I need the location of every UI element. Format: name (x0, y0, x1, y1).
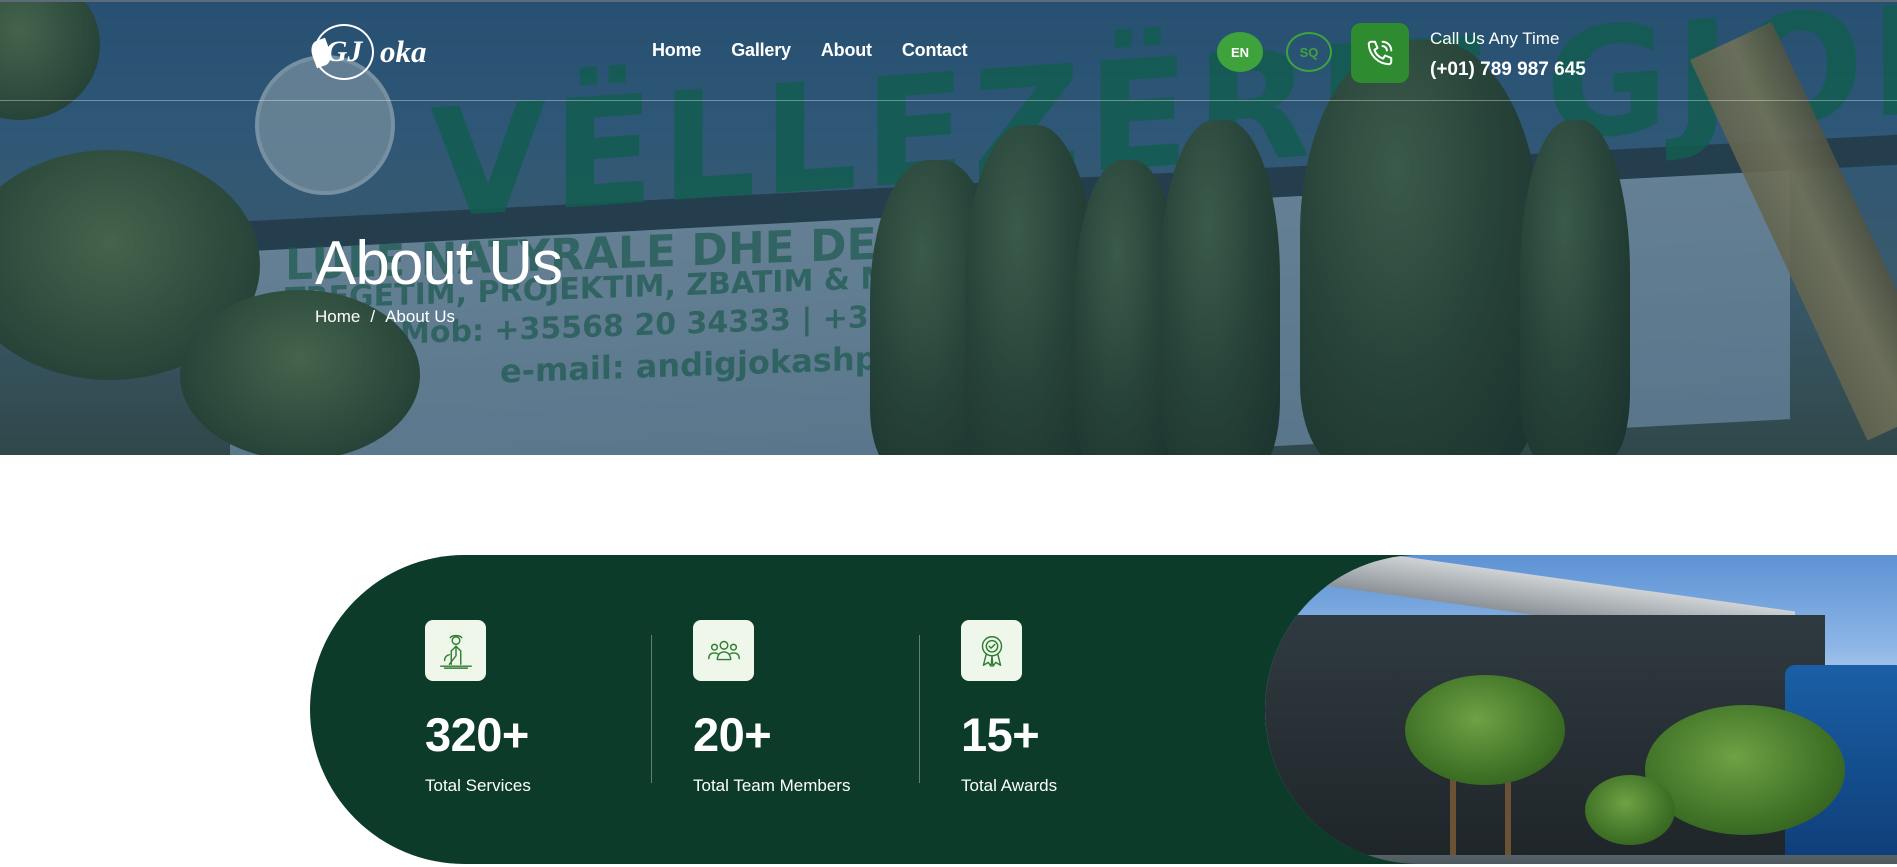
stat-total-awards: 15+ Total Awards (961, 620, 1201, 796)
award-icon (981, 635, 1002, 667)
truck-photo (1265, 555, 1897, 864)
breadcrumb-home-link[interactable]: Home (315, 307, 360, 327)
stat-value: 20+ (693, 708, 772, 761)
main-nav: Home Gallery About Contact (652, 40, 997, 61)
stat-label: Total Awards (961, 776, 1058, 795)
stat-icon-tile (961, 620, 1022, 681)
language-sq-button[interactable]: SQ (1286, 32, 1332, 72)
nav-item-about[interactable]: About (821, 40, 872, 61)
breadcrumb-separator: / (370, 307, 376, 326)
call-phone-number[interactable]: (+01) 789 987 645 (1430, 59, 1586, 81)
stats-section: 320+ Total Services 20+ Total Team Membe… (310, 555, 1897, 864)
stat-total-team-members: 20+ Total Team Members (693, 620, 933, 796)
site-logo[interactable]: GJ oka (308, 24, 427, 80)
phone-icon (1367, 40, 1393, 66)
gardener-icon (439, 634, 472, 669)
stat-total-services: 320+ Total Services (425, 620, 665, 796)
stat-icon-tile (693, 620, 754, 681)
stat-value: 15+ (961, 708, 1040, 761)
nav-item-gallery[interactable]: Gallery (731, 40, 791, 61)
stat-divider (651, 635, 652, 783)
team-icon (707, 640, 740, 660)
nav-item-home[interactable]: Home (652, 40, 701, 61)
logo-text: oka (380, 34, 427, 69)
language-en-button[interactable]: EN (1217, 32, 1263, 72)
page-title: About Us (315, 229, 563, 298)
stat-icon-tile (425, 620, 486, 681)
site-header: GJ oka Home Gallery About Contact EN SQ … (0, 0, 1897, 101)
stat-label: Total Services (425, 776, 531, 795)
stat-divider (919, 635, 920, 783)
phone-call-button[interactable] (1351, 23, 1409, 83)
breadcrumb: Home / About Us (315, 307, 455, 327)
stat-value: 320+ (425, 708, 529, 761)
stat-label: Total Team Members (693, 776, 851, 795)
logo-emblem: GJ (308, 24, 374, 80)
call-label: Call Us Any Time (1430, 29, 1560, 48)
breadcrumb-current: About Us (385, 307, 456, 326)
nav-item-contact[interactable]: Contact (902, 40, 968, 61)
